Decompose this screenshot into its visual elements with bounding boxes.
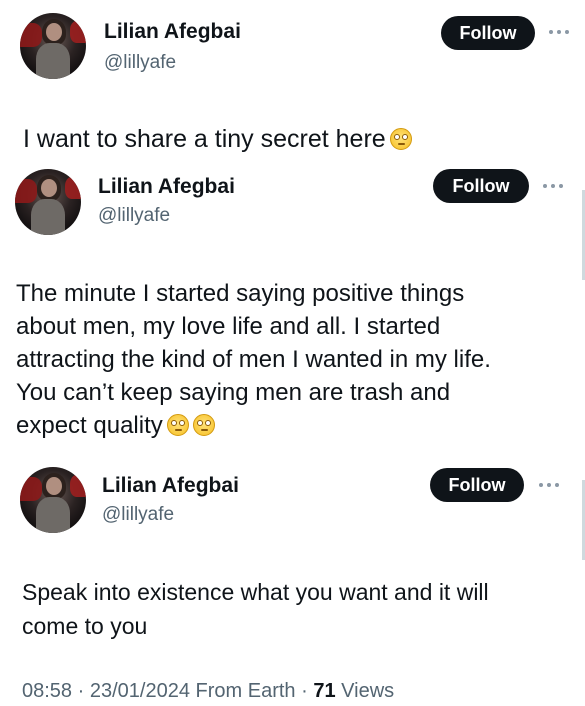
author-name[interactable]: Lilian Afegbai (98, 175, 235, 199)
avatar[interactable] (20, 467, 86, 533)
views-count: 71 (313, 680, 336, 702)
more-options-icon[interactable] (543, 182, 565, 190)
follow-button[interactable]: Follow (441, 16, 535, 50)
rolling-eyes-emoji-icon (389, 128, 412, 150)
author-name[interactable]: Lilian Afegbai (104, 20, 241, 44)
follow-button[interactable]: Follow (433, 169, 529, 203)
post-time[interactable]: 08:58 (22, 680, 72, 702)
views-label: Views (341, 680, 395, 702)
post-text: The minute I started saying positive thi… (16, 280, 491, 439)
author-name[interactable]: Lilian Afegbai (102, 474, 239, 498)
rolling-eyes-emoji-icon (192, 414, 215, 436)
post-date[interactable]: 23/01/2024 (90, 680, 190, 702)
rolling-eyes-emoji-icon (166, 414, 189, 436)
author-handle[interactable]: @lillyafe (104, 52, 176, 74)
separator: · (77, 680, 85, 702)
author-handle[interactable]: @lillyafe (102, 504, 174, 526)
separator: · (301, 680, 308, 702)
author-handle[interactable]: @lillyafe (98, 205, 170, 227)
follow-button[interactable]: Follow (430, 468, 524, 502)
more-options-icon[interactable] (539, 481, 561, 489)
more-options-icon[interactable] (549, 28, 571, 36)
post-source: From Earth (195, 680, 296, 702)
post-2: Lilian Afegbai @lillyafe Follow The minu… (0, 165, 585, 462)
avatar[interactable] (15, 169, 81, 235)
post-1: Lilian Afegbai @lillyafe Follow I want t… (0, 0, 585, 165)
post-3: Lilian Afegbai @lillyafe Follow Speak in… (0, 462, 585, 706)
post-text: I want to share a tiny secret here (23, 124, 412, 154)
post-text: Speak into existence what you want and i… (22, 579, 489, 639)
post-metadata: 08:58 · 23/01/2024 From Earth · 71 Views (22, 680, 394, 703)
avatar[interactable] (20, 13, 86, 79)
